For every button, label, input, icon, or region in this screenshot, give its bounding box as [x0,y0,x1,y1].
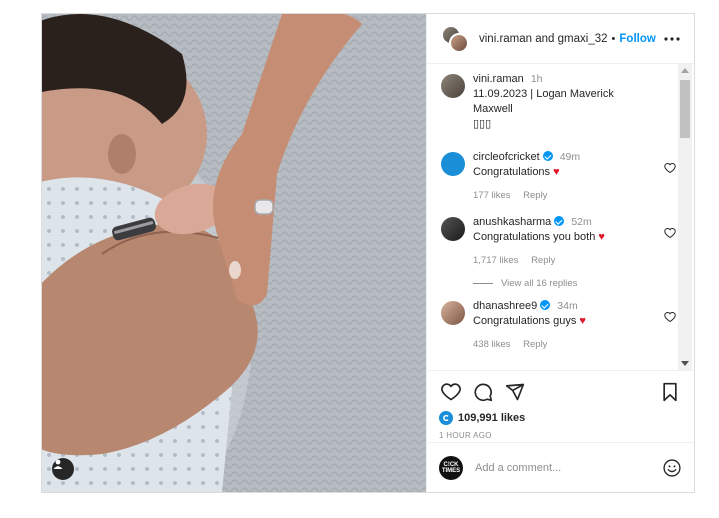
comment-time: 52m [571,216,592,228]
caption: vini.raman 1h 11.09.2023 | Logan Maveric… [441,72,682,132]
comment-username[interactable]: circleofcricket [473,151,540,163]
save-button[interactable] [658,380,682,404]
comment-item: anushkasharma 52m Congratulations you bo… [441,215,682,268]
c-logo-icon [443,414,449,422]
add-comment-bar: C!CK TIMES [427,442,694,492]
avatar[interactable] [441,152,465,176]
instagram-post: vini.raman and gmaxi_32 • Follow vini.ra… [41,13,695,493]
likes-count: 109,991 likes [458,412,526,424]
comments-list[interactable]: vini.raman 1h 11.09.2023 | Logan Maveric… [427,64,694,370]
comment-icon [474,383,493,402]
caption-username[interactable]: vini.raman [473,73,524,85]
comment-username[interactable]: anushkasharma [473,216,551,228]
comment-text: Congratulations guys [473,315,577,327]
verified-icon [542,151,553,161]
avatar[interactable] [441,301,465,325]
heart-emoji: ♥ [553,166,560,178]
heart-emoji: ♥ [579,315,586,327]
view-replies-button[interactable]: View all 16 replies [473,278,682,289]
user-tag-button[interactable] [52,458,74,480]
comment-username[interactable]: dhanashree9 [473,300,537,312]
scroll-up-arrow[interactable] [681,68,689,73]
comment-likes[interactable]: 1,717 likes [473,255,518,266]
verified-icon [554,216,565,226]
share-button[interactable] [503,380,527,404]
comment-text: Congratulations you both [473,231,596,243]
verified-icon [540,300,551,310]
caption-text: 11.09.2023 | Logan Maverick Maxwell [473,88,614,115]
avatar[interactable] [441,74,465,98]
baby-hands-photo [42,14,426,492]
like-button[interactable] [439,380,463,404]
author-link[interactable]: gmaxi_32 [558,33,608,45]
caption-time: 1h [530,73,543,85]
user-icon [53,459,63,469]
share-icon [505,383,525,401]
reply-button[interactable]: Reply [523,339,547,350]
comment-input[interactable] [475,461,662,474]
reply-button[interactable]: Reply [531,255,555,266]
scroll-down-arrow[interactable] [681,361,689,366]
heart-emoji: ♥ [598,231,605,243]
caption-emoji: ▯▯▯ [473,118,492,130]
post-side-panel: vini.raman and gmaxi_32 • Follow vini.ra… [426,14,694,492]
comment-item: circleofcricket 49m Congratulations ♥ 17… [441,150,682,203]
likes-summary[interactable]: 109,991 likes [439,411,682,425]
author-link[interactable]: vini.raman [479,33,532,45]
bookmark-icon [663,382,677,402]
comment-item: dhanashree9 34m Congratulations guys ♥ 4… [441,299,682,352]
more-options-button[interactable] [662,29,682,49]
comment-like-icon[interactable] [664,227,676,239]
heart-icon [441,383,461,401]
comment-likes[interactable]: 177 likes [473,190,511,201]
post-timestamp[interactable]: 1 HOUR AGO [439,431,682,440]
comment-text: Congratulations [473,166,551,178]
post-authors: vini.raman and gmaxi_32 [479,33,608,45]
follow-button[interactable]: Follow [619,33,655,45]
comment-button[interactable] [471,380,495,404]
and-word: and [535,32,555,45]
avatar [439,411,453,425]
reply-button[interactable]: Reply [523,190,547,201]
avatar[interactable] [441,217,465,241]
comment-likes[interactable]: 438 likes [473,339,511,350]
comment-time: 34m [557,300,578,312]
avatar: C!CK TIMES [439,455,463,480]
comment-like-icon[interactable] [664,162,676,174]
emoji-icon[interactable] [662,458,682,478]
avatar [449,32,469,53]
post-actions: 109,991 likes 1 HOUR AGO [427,370,694,440]
comment-like-icon[interactable] [664,311,676,323]
scrollbar-thumb[interactable] [680,80,690,138]
separator: • [611,32,616,45]
collab-avatars[interactable] [441,24,469,53]
post-photo[interactable] [42,14,426,492]
more-icon [664,36,680,41]
comment-time: 49m [559,151,581,163]
post-header: vini.raman and gmaxi_32 • Follow [427,14,694,64]
